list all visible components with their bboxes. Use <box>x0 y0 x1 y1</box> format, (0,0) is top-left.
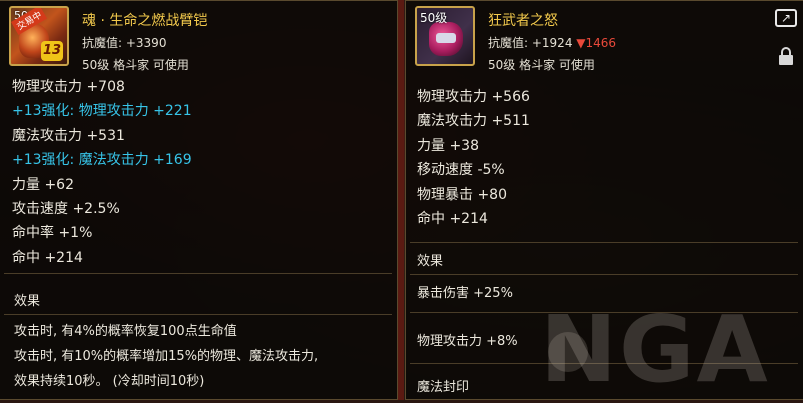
stat-line-enhanced: +13强化: 物理攻击力 +221 <box>12 103 192 120</box>
item-icon-armguard[interactable]: 50 交易中 13 <box>9 6 69 66</box>
effect-line: 攻击时, 有4%的概率恢复100点生命值 <box>14 324 237 339</box>
stat-line: 物理攻击力 +566 <box>417 89 530 105</box>
requirement: 50级 格斗家 可使用 <box>82 58 189 72</box>
tooltip-header: 50 交易中 13 魂 · 生命之燃战臂铠 抗魔值: +3390 50级 格斗家… <box>0 1 397 75</box>
enhance-badge: 13 <box>41 41 63 61</box>
stat-line: 物理暴击 +80 <box>417 186 507 203</box>
divider <box>4 314 392 315</box>
watermark-logo: NGA <box>540 296 770 403</box>
effect-line: 攻击时, 有10%的概率增加15%的物理、魔法攻击力, <box>14 349 319 364</box>
stat-line: 移动速度 -5% <box>417 162 505 179</box>
stat-list: 物理攻击力 +708 +13强化: 物理攻击力 +221 魔法攻击力 +531 … <box>12 75 392 270</box>
stat-line: 力量 +38 <box>417 137 479 154</box>
stat-line: 魔法攻击力 +511 <box>417 113 530 130</box>
effect-title: 效果 <box>417 254 444 269</box>
magic-resist: 抗魔值: +1924 ▼1466 <box>488 34 616 51</box>
tooltip-header: 50级 狂武者之怒 抗魔值: +1924 ▼1466 50级 格斗家 可使用 ↗ <box>406 1 803 75</box>
gauntlet-art <box>429 22 463 56</box>
stat-line: 命中 +214 <box>12 249 83 266</box>
stat-line: 命中率 +1% <box>12 225 93 242</box>
effect-line: 效果持续10秒。 (冷却时间10秒) <box>14 374 205 389</box>
lock-icon[interactable] <box>779 47 793 65</box>
stat-line: 命中 +214 <box>417 210 488 227</box>
background-gap <box>398 0 404 400</box>
divider <box>410 274 798 275</box>
magic-resist: 抗魔值: +3390 <box>82 36 167 50</box>
effect-line: 物理攻击力 +8% <box>417 334 518 349</box>
seal-title: 魔法封印 <box>417 380 470 395</box>
stat-line: 物理攻击力 +708 <box>12 79 125 95</box>
lock-body <box>779 55 793 65</box>
item-name: 魂 · 生命之燃战臂铠 <box>82 13 208 29</box>
item-tooltip-left: 50 交易中 13 魂 · 生命之燃战臂铠 抗魔值: +3390 50级 格斗家… <box>0 0 398 400</box>
item-icon-gauntlet[interactable]: 50级 <box>415 6 475 66</box>
divider <box>410 242 798 243</box>
stat-line: 魔法攻击力 +531 <box>12 127 125 144</box>
effect-line: 暴击伤害 +25% <box>417 286 513 301</box>
effect-title: 效果 <box>14 294 41 309</box>
share-icon[interactable]: ↗ <box>775 9 797 27</box>
stat-line: 攻击速度 +2.5% <box>12 200 120 217</box>
stat-line: 力量 +62 <box>12 176 74 193</box>
item-name: 狂武者之怒 <box>488 13 558 29</box>
divider <box>4 273 392 274</box>
item-level-tag: 50级 <box>420 11 448 25</box>
magic-resist-value: 抗魔值: +1924 <box>488 36 573 50</box>
requirement: 50级 格斗家 可使用 <box>488 58 595 72</box>
stat-line-enhanced: +13强化: 魔法攻击力 +169 <box>12 152 192 169</box>
stat-list: 物理攻击力 +566 魔法攻击力 +511 力量 +38 移动速度 -5% 物理… <box>417 85 797 231</box>
magic-resist-decrease: ▼1466 <box>576 36 617 50</box>
